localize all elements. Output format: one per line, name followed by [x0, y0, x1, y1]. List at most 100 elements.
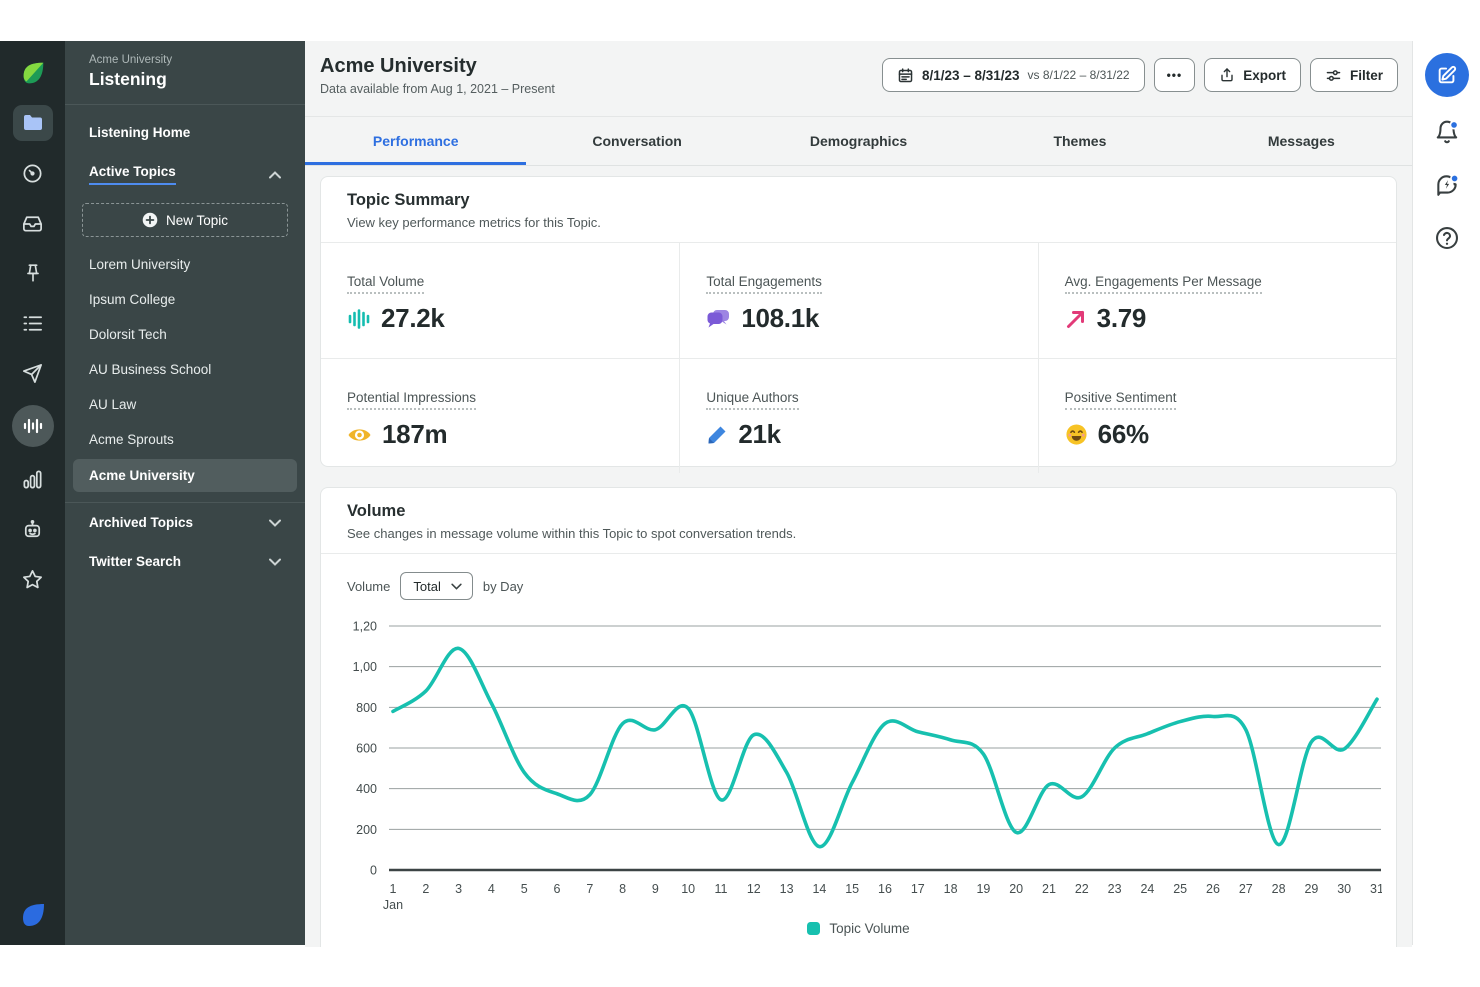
sidebar-item-inbox[interactable]	[13, 205, 53, 241]
volume-controls: Volume Total by Day	[321, 554, 1396, 600]
svg-text:200: 200	[356, 823, 377, 837]
sidebar-item-listening[interactable]	[12, 405, 54, 447]
svg-text:0: 0	[370, 864, 377, 878]
more-options-button[interactable]: •••	[1154, 58, 1196, 92]
metric-label[interactable]: Total Volume	[347, 274, 424, 294]
svg-text:1: 1	[390, 882, 397, 896]
svg-text:5: 5	[521, 882, 528, 896]
chart-legend: Topic Volume	[321, 921, 1396, 936]
sidebar-item-tasks[interactable]	[13, 305, 53, 341]
svg-text:10: 10	[681, 882, 695, 896]
metric-avg-engagements: Avg. Engagements Per Message 3.79	[1038, 243, 1396, 358]
notifications-button[interactable]	[1434, 119, 1460, 150]
svg-text:16: 16	[878, 882, 892, 896]
eye-icon	[347, 425, 372, 445]
chat-bubbles-icon	[706, 308, 731, 330]
metric-label[interactable]: Positive Sentiment	[1065, 390, 1177, 410]
topic-item[interactable]: Lorem University	[65, 247, 305, 282]
trend-up-arrow-icon	[1065, 308, 1087, 330]
filter-button[interactable]: Filter	[1310, 58, 1398, 92]
sidebar-item-twitter-search[interactable]: Twitter Search	[65, 542, 305, 581]
metric-label[interactable]: Avg. Engagements Per Message	[1065, 274, 1262, 294]
metric-total-engagements: Total Engagements 108.1k	[679, 243, 1037, 358]
svg-text:13: 13	[780, 882, 794, 896]
volume-control-suffix: by Day	[483, 579, 523, 594]
svg-text:400: 400	[356, 782, 377, 796]
chevron-down-icon	[269, 519, 281, 527]
svg-text:12: 12	[747, 882, 761, 896]
chevron-down-icon	[269, 558, 281, 566]
topic-item[interactable]: Acme Sprouts	[65, 422, 305, 457]
volume-chart: 02004006008001,001,201Jan234567891011121…	[321, 600, 1396, 917]
tab-performance[interactable]: Performance	[305, 117, 526, 165]
ellipsis-icon: •••	[1167, 68, 1183, 82]
topic-item[interactable]: Ipsum College	[65, 282, 305, 317]
sidebar-context-label: Acme University	[89, 54, 281, 66]
sidebar-item-pinned[interactable]	[13, 255, 53, 291]
page: Acme University Listening Listening Home…	[0, 0, 1480, 987]
topic-item[interactable]: AU Law	[65, 387, 305, 422]
sidebar-header: Acme University Listening	[65, 41, 305, 105]
svg-text:1,00: 1,00	[353, 660, 377, 674]
metric-label[interactable]: Total Engagements	[706, 274, 822, 294]
smiley-icon	[1065, 423, 1088, 446]
topic-item[interactable]: Dolorsit Tech	[65, 317, 305, 352]
blue-leaf-icon	[17, 899, 49, 931]
sidebar-item-dashboard[interactable]	[13, 155, 53, 191]
sidebar-item-automation[interactable]	[13, 511, 53, 547]
notification-badge	[1450, 121, 1457, 128]
topic-item-selected[interactable]: Acme University	[73, 459, 297, 492]
volume-card: Volume See changes in message volume wit…	[320, 487, 1397, 947]
export-icon	[1219, 67, 1235, 83]
svg-text:25: 25	[1173, 882, 1187, 896]
sidebar-item-archived-topics[interactable]: Archived Topics	[65, 503, 305, 542]
svg-text:24: 24	[1140, 882, 1154, 896]
topic-summary-card: Topic Summary View key performance metri…	[320, 176, 1397, 467]
product-feedback-button[interactable]	[1434, 172, 1460, 203]
bell-icon	[1434, 119, 1460, 145]
export-button[interactable]: Export	[1204, 58, 1301, 92]
new-topic-button[interactable]: New Topic	[82, 203, 288, 237]
page-title: Acme University	[320, 55, 477, 78]
metric-total-volume: Total Volume 27.2k	[321, 243, 679, 358]
inbox-icon	[21, 212, 44, 235]
compose-button[interactable]	[1425, 53, 1469, 97]
date-range-button[interactable]: 8/1/23 – 8/31/23 vs 8/1/22 – 8/31/22	[882, 58, 1145, 92]
svg-text:3: 3	[455, 882, 462, 896]
sidebar-item-publishing[interactable]	[13, 355, 53, 391]
listening-home-label: Listening Home	[89, 125, 190, 140]
help-button[interactable]	[1434, 225, 1460, 256]
feedback-bubble-icon	[1434, 172, 1460, 198]
help-icon	[1434, 225, 1460, 251]
sidebar-item-listening-home[interactable]: Listening Home	[65, 113, 305, 152]
svg-text:23: 23	[1108, 882, 1122, 896]
sidebar-item-folders[interactable]	[13, 105, 53, 141]
topic-item[interactable]: AU Business School	[65, 352, 305, 387]
tab-conversation[interactable]: Conversation	[526, 117, 747, 165]
topic-summary-title: Topic Summary	[347, 191, 1370, 210]
volume-metric-dropdown[interactable]: Total	[400, 572, 472, 600]
folder-icon	[21, 111, 45, 135]
sidebar-item-active-topics[interactable]: Active Topics	[65, 152, 305, 197]
tab-demographics[interactable]: Demographics	[748, 117, 969, 165]
metric-label[interactable]: Potential Impressions	[347, 390, 476, 410]
svg-text:28: 28	[1272, 882, 1286, 896]
sidebar-item-premium[interactable]	[13, 561, 53, 597]
metric-value: 108.1k	[741, 303, 819, 334]
sidebar-title: Listening	[89, 69, 281, 90]
svg-text:17: 17	[911, 882, 925, 896]
export-label: Export	[1243, 68, 1286, 83]
sprout-logo[interactable]	[13, 55, 53, 91]
data-availability-note: Data available from Aug 1, 2021 – Presen…	[320, 82, 555, 96]
svg-text:9: 9	[652, 882, 659, 896]
legend-label: Topic Volume	[829, 921, 909, 936]
topic-summary-subtitle: View key performance metrics for this To…	[347, 215, 1370, 230]
topic-header: Acme University Data available from Aug …	[305, 41, 1412, 117]
tab-themes[interactable]: Themes	[969, 117, 1190, 165]
sidebar-item-reports[interactable]	[13, 461, 53, 497]
metric-label[interactable]: Unique Authors	[706, 390, 798, 410]
volume-line-chart[interactable]: 02004006008001,001,201Jan234567891011121…	[337, 610, 1382, 912]
sprout-leaf-blue[interactable]	[13, 897, 53, 933]
tab-messages[interactable]: Messages	[1191, 117, 1412, 165]
svg-text:6: 6	[554, 882, 561, 896]
